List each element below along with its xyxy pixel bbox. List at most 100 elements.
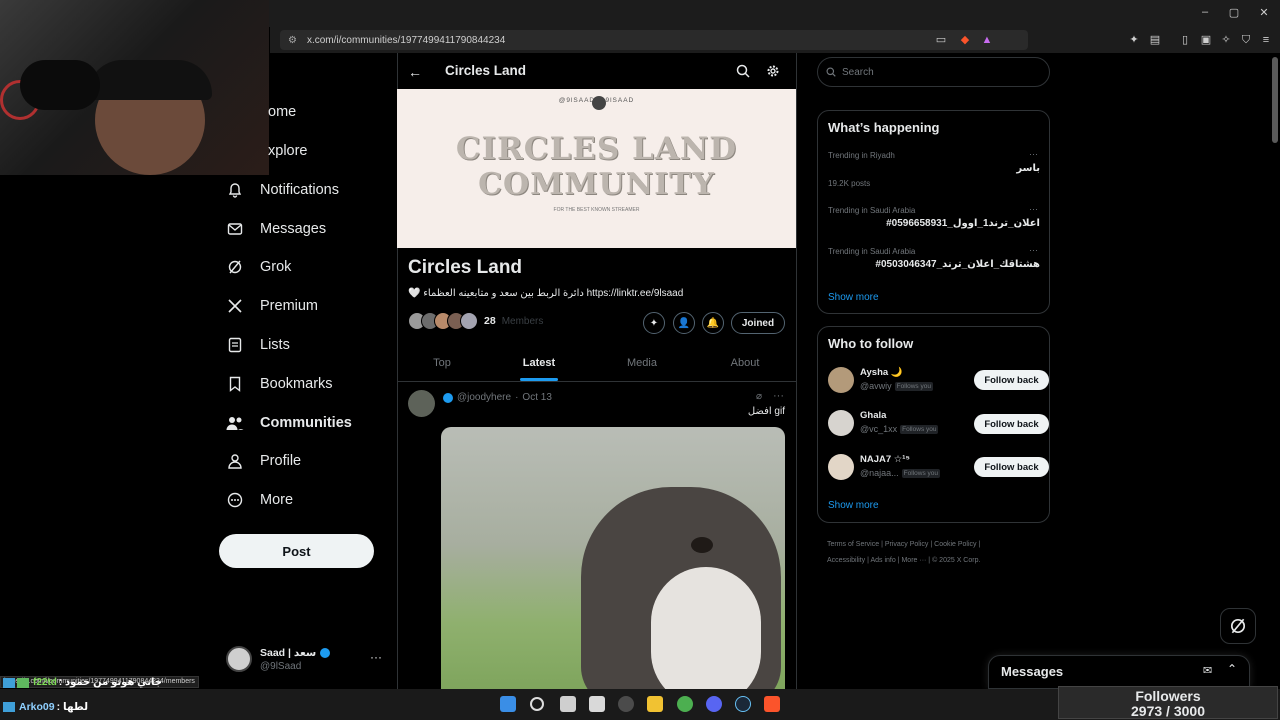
- trend-more-icon[interactable]: ···: [1029, 204, 1038, 214]
- footer-link[interactable]: Cookie Policy: [934, 541, 976, 548]
- follow-back-button[interactable]: Follow back: [974, 457, 1049, 477]
- footer-link[interactable]: Privacy Policy: [885, 541, 929, 548]
- sparkle-icon[interactable]: ✦: [643, 312, 665, 334]
- who-to-follow-panel: Who to follow Aysha 🌙 @avwiy Follows you…: [817, 326, 1050, 523]
- nav-home[interactable]: ome: [268, 97, 296, 127]
- followers-goal-widget: Followers 2973 / 3000: [1058, 686, 1278, 719]
- members-label: Members: [501, 315, 544, 327]
- tab-media[interactable]: Media: [622, 357, 662, 369]
- grok-floating-button[interactable]: [1220, 608, 1256, 644]
- joined-button[interactable]: Joined: [731, 312, 785, 334]
- chat-badge-icon: [17, 677, 29, 688]
- gear-icon[interactable]: [766, 64, 780, 83]
- new-message-icon[interactable]: ✉: [1203, 664, 1212, 677]
- follow-suggestion[interactable]: NAJA7 ☆¹⁵ @najaa... Follows you Follow b…: [828, 452, 1050, 484]
- discord-icon[interactable]: [706, 696, 722, 712]
- list-icon: [226, 336, 244, 354]
- page-scrollbar[interactable]: [1272, 57, 1278, 143]
- footer-link[interactable]: Ads info: [870, 557, 895, 564]
- follow-back-button[interactable]: Follow back: [974, 370, 1049, 390]
- tab-top[interactable]: Top: [425, 357, 459, 369]
- nav-notifications[interactable]: Notifications: [226, 175, 339, 205]
- footer-link[interactable]: Accessibility: [827, 557, 865, 564]
- members-link[interactable]: 28 Members: [408, 312, 543, 330]
- whats-happening-panel: What’s happening Trending in Riyadh ··· …: [817, 110, 1050, 314]
- tab-search-icon[interactable]: ▤: [1148, 33, 1162, 47]
- invite-user-icon[interactable]: 👤: [673, 312, 695, 334]
- grok-icon[interactable]: ⌀: [756, 391, 762, 402]
- task-view-icon[interactable]: [560, 696, 576, 712]
- nav-profile[interactable]: Profile: [226, 446, 301, 476]
- leo-ai-icon[interactable]: ✧: [1219, 33, 1233, 47]
- post-media-gif[interactable]: [441, 427, 785, 689]
- follow-suggestion[interactable]: Aysha 🌙 @avwiy Follows you Follow back: [828, 365, 1050, 397]
- nav-premium[interactable]: Premium: [226, 291, 318, 321]
- post-date[interactable]: Oct 13: [522, 392, 551, 403]
- who-to-follow-title: Who to follow: [828, 336, 914, 351]
- steam-icon[interactable]: [735, 696, 751, 712]
- search-icon[interactable]: [736, 64, 750, 83]
- bookmark-icon: [226, 375, 244, 393]
- nav-bookmarks[interactable]: Bookmarks: [226, 369, 333, 399]
- notify-bell-icon[interactable]: 🔔: [702, 312, 724, 334]
- trend-item[interactable]: Trending in Riyadh ··· باسر 19.2K posts: [828, 149, 1040, 188]
- collapse-chevron-icon[interactable]: ⌃: [1227, 662, 1237, 676]
- account-more-icon[interactable]: ···: [370, 650, 382, 664]
- community-tabs: Top Latest Media About: [397, 348, 796, 382]
- back-arrow-icon[interactable]: ←: [408, 64, 422, 80]
- follow-suggestion[interactable]: Ghala @vc_1xx Follows you Follow back: [828, 408, 1050, 440]
- footer-link[interactable]: More ···: [901, 557, 926, 564]
- nav-lists[interactable]: Lists: [226, 330, 290, 360]
- person-icon: [226, 452, 244, 470]
- brave-rewards-icon[interactable]: ▲: [980, 33, 994, 47]
- windows-start-icon[interactable]: [500, 696, 516, 712]
- account-switcher[interactable]: Saad | سعد @9lSaad: [226, 643, 386, 675]
- tab-latest[interactable]: Latest: [517, 357, 561, 369]
- nav-grok[interactable]: Grok: [226, 252, 291, 282]
- nav-more[interactable]: More: [226, 485, 293, 515]
- grok-icon: [226, 258, 244, 276]
- footer-link[interactable]: Terms of Service: [827, 541, 879, 548]
- sidebar-toggle-icon[interactable]: ▯: [1178, 33, 1192, 47]
- member-avatars: [408, 312, 478, 330]
- post-handle[interactable]: @joodyhere: [457, 392, 511, 403]
- store-icon[interactable]: [589, 696, 605, 712]
- chrome-icon[interactable]: [677, 696, 693, 712]
- extensions-icon[interactable]: ✦: [1127, 33, 1141, 47]
- vpn-icon[interactable]: ⛉: [1239, 33, 1253, 47]
- url-input[interactable]: ⚙ x.com/i/communities/197749941179084423…: [280, 30, 1028, 50]
- brave-browser-icon[interactable]: [764, 696, 780, 712]
- member-count: 28: [484, 315, 496, 327]
- nav-explore[interactable]: xplore: [268, 136, 308, 166]
- follow-back-button[interactable]: Follow back: [974, 414, 1049, 434]
- messages-drawer[interactable]: Messages ✉ ⌃: [988, 655, 1250, 689]
- search-input[interactable]: Search: [817, 57, 1050, 87]
- banner-logo-icon: [592, 96, 606, 110]
- brave-shield-icon[interactable]: ◆: [958, 33, 972, 47]
- taskbar-search-icon[interactable]: [530, 697, 544, 711]
- post-text: افضل gif: [747, 406, 785, 417]
- post-button[interactable]: Post: [219, 534, 374, 568]
- trend-more-icon[interactable]: ···: [1029, 245, 1038, 255]
- post-more-icon[interactable]: ···: [773, 390, 784, 402]
- trend-item[interactable]: Trending in Saudi Arabia ··· #اعلان_ترند…: [828, 204, 1040, 229]
- nav-messages[interactable]: Messages: [226, 214, 326, 244]
- trend-item[interactable]: Trending in Saudi Arabia ··· #هشتاقك_اعل…: [828, 245, 1040, 270]
- wallet-icon[interactable]: ▣: [1199, 33, 1213, 47]
- tab-about[interactable]: About: [725, 357, 765, 369]
- trend-more-icon[interactable]: ···: [1029, 149, 1038, 159]
- community-description: 🤍 دائرة الربط بين سعد و متابعينه العظماء…: [408, 288, 684, 299]
- show-more-follows-link[interactable]: Show more: [828, 500, 879, 511]
- obs-icon[interactable]: [618, 696, 634, 712]
- nav-communities[interactable]: Communities: [226, 408, 352, 438]
- maximize-button[interactable]: ▢: [1227, 6, 1241, 19]
- post-avatar[interactable]: [408, 390, 435, 417]
- close-window-button[interactable]: ✕: [1257, 6, 1271, 19]
- site-settings-icon[interactable]: ⚙: [288, 35, 297, 46]
- show-more-trends-link[interactable]: Show more: [828, 292, 879, 303]
- cast-icon[interactable]: ▭: [934, 33, 948, 47]
- file-explorer-icon[interactable]: [647, 696, 663, 712]
- grok-icon: [1230, 618, 1246, 634]
- minimize-button[interactable]: –: [1198, 6, 1212, 18]
- menu-icon[interactable]: ≡: [1259, 33, 1273, 47]
